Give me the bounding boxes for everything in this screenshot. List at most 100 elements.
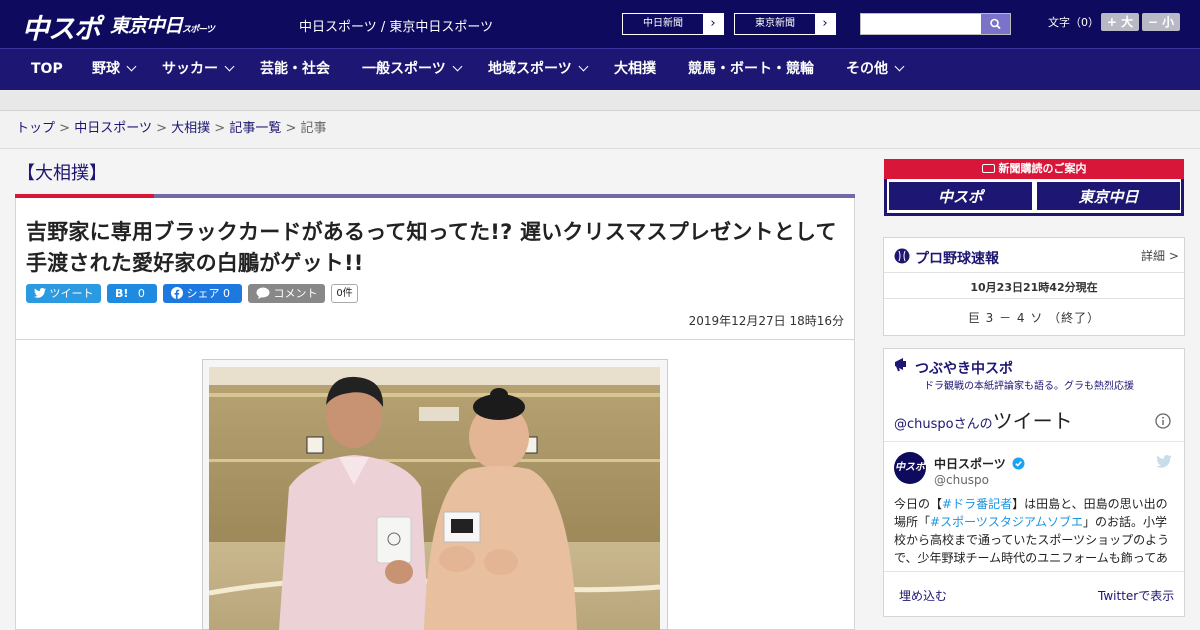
breadcrumb-separator: > xyxy=(285,121,297,136)
twitter-header-suffix: さんの xyxy=(953,417,993,432)
hatena-bookmark-button[interactable]: B! 0 xyxy=(107,284,157,303)
tokyo-logo-small: スポーツ xyxy=(182,25,215,35)
article-photo xyxy=(209,367,660,630)
nav-label: 大相撲 xyxy=(614,61,656,77)
tokyo-shimbun-link[interactable]: 東京新聞 › xyxy=(734,13,836,35)
search-box xyxy=(860,13,1011,35)
megaphone-icon xyxy=(895,358,906,372)
nav-item-general-sports[interactable]: 一般スポーツ xyxy=(362,49,463,90)
tweet-author-name[interactable]: 中日スポーツ xyxy=(934,455,1025,472)
breadcrumb-separator: > xyxy=(59,121,71,136)
tsubuyaki-subtitle: ドラ観戦の本紙評論家も語る。グラも熱烈応援 xyxy=(924,381,1134,392)
baseball-update-time: 10月23日21時42分現在 xyxy=(970,281,1098,294)
breadcrumb-current: 記事 xyxy=(300,121,327,136)
baseball-box-title: プロ野球速報 xyxy=(915,251,999,267)
nav-label: 一般スポーツ xyxy=(362,61,446,77)
nav-item-regional-sports[interactable]: 地域スポーツ xyxy=(488,49,589,90)
nav-item-others[interactable]: その他 xyxy=(846,49,905,90)
avatar[interactable]: 中スポ xyxy=(894,452,926,484)
view-on-twitter-link[interactable]: Twitterで表示 xyxy=(1098,587,1174,604)
sub-nav-bar xyxy=(0,90,1200,111)
article-category: 【大相撲】 xyxy=(17,163,107,184)
twitter-bird-icon[interactable] xyxy=(1156,455,1172,468)
subscribe-chuspo-button[interactable]: 中スポ xyxy=(888,181,1033,211)
nav-item-racing[interactable]: 競馬・ボート・競輪 xyxy=(688,49,814,90)
tweet-author-name-text: 中日スポーツ xyxy=(934,457,1006,471)
baseball-detail-link[interactable]: 詳細 > xyxy=(1141,247,1179,264)
nav-label: 競馬・ボート・競輪 xyxy=(688,61,814,77)
nav-label: 地域スポーツ xyxy=(488,61,572,77)
baseball-icon xyxy=(894,248,910,264)
font-larger-button[interactable]: + 大 xyxy=(1101,13,1139,31)
divider xyxy=(884,441,1184,442)
article-divider xyxy=(16,339,854,340)
comment-button[interactable]: コメント xyxy=(248,284,325,303)
chevron-down-icon xyxy=(894,61,905,72)
divider xyxy=(884,298,1184,299)
subscription-title-text: 新聞購読のご案内 xyxy=(998,162,1087,175)
breadcrumb-top[interactable]: トップ xyxy=(16,121,55,136)
font-smaller-button[interactable]: − 小 xyxy=(1142,13,1180,31)
chevron-right-icon: › xyxy=(815,14,835,34)
comment-count: 0件 xyxy=(331,284,358,303)
breadcrumb-separator: > xyxy=(214,121,226,136)
subscription-banner[interactable]: 新聞購読のご案内 中スポ 東京中日 xyxy=(884,159,1184,216)
breadcrumb-sumo[interactable]: 大相撲 xyxy=(171,121,210,136)
chuspo-logo[interactable]: 中スポ xyxy=(22,7,101,46)
nav-item-soccer[interactable]: サッカー xyxy=(162,49,235,90)
article-title: 吉野家に専用ブラックカードがあるって知ってた!? 遅いクリスマスプレゼントとして… xyxy=(26,220,837,275)
tweet-text-part: 今日の【 xyxy=(894,497,943,511)
twitter-widget-header: @chuspoさんのツイート xyxy=(894,405,1073,434)
nav-item-top[interactable]: TOP xyxy=(31,49,63,90)
hatena-count: 0 xyxy=(137,287,145,300)
subscription-title: 新聞購読のご案内 xyxy=(884,159,1184,179)
search-input[interactable] xyxy=(861,14,982,34)
comment-bubble-icon xyxy=(256,287,270,299)
twitter-bird-icon xyxy=(34,288,46,298)
main-nav: TOP 野球 サッカー 芸能・社会 一般スポーツ 地域スポーツ 大相撲 競馬・ボ… xyxy=(0,48,1200,90)
baseball-game-score[interactable]: 巨 3 － 4 ソ （終了） xyxy=(884,309,1184,326)
breadcrumb-chunichi-sports[interactable]: 中日スポーツ xyxy=(74,121,152,136)
nav-label: サッカー xyxy=(162,61,218,77)
nav-item-entertainment[interactable]: 芸能・社会 xyxy=(260,49,330,90)
hashtag-link[interactable]: #ドラ番記者 xyxy=(942,497,1012,511)
twitter-header-big: ツイート xyxy=(992,409,1073,433)
hashtag-link[interactable]: #スポーツスタジアムソブエ xyxy=(930,515,1083,529)
twitter-handle-link[interactable]: @chuspo xyxy=(894,417,954,432)
chunichi-shimbun-link[interactable]: 中日新聞 › xyxy=(622,13,724,35)
site-links[interactable]: 中日スポーツ / 東京中日スポーツ xyxy=(299,16,493,35)
subscribe-tokyo-chunichi-button[interactable]: 東京中日 xyxy=(1036,181,1181,211)
breadcrumb-separator: > xyxy=(156,121,167,136)
tweet-label: ツイート xyxy=(49,287,94,300)
font-size-label: 文字（0） xyxy=(1048,16,1099,29)
nav-item-sumo[interactable]: 大相撲 xyxy=(614,49,656,90)
chevron-down-icon xyxy=(452,61,463,72)
tokyo-shimbun-label: 東京新聞 xyxy=(755,18,795,29)
tokyo-logo-text: 東京中日 xyxy=(110,15,183,37)
verified-badge-icon xyxy=(1012,457,1025,470)
search-button[interactable] xyxy=(981,14,1010,34)
hatena-icon: B! xyxy=(115,287,129,300)
divider xyxy=(884,571,1184,572)
tsubuyaki-title: つぶやき中スポ xyxy=(915,361,1013,377)
tweet-author-handle[interactable]: @chuspo xyxy=(934,473,989,487)
breadcrumb-article-list[interactable]: 記事一覧 xyxy=(229,121,281,136)
nav-label: 野球 xyxy=(92,61,120,77)
nav-label: 芸能・社会 xyxy=(260,61,330,77)
chevron-down-icon xyxy=(126,61,137,72)
chevron-down-icon xyxy=(578,61,589,72)
facebook-icon xyxy=(171,287,183,299)
tokyo-chunichi-logo[interactable]: 東京中日スポーツ xyxy=(110,11,215,38)
info-icon[interactable] xyxy=(1155,413,1171,429)
embed-link[interactable]: 埋め込む xyxy=(899,587,947,604)
article-date: 2019年12月27日 18時16分 xyxy=(688,314,844,328)
nav-item-baseball[interactable]: 野球 xyxy=(92,49,137,90)
facebook-share-count: 0 xyxy=(223,287,230,300)
tweet-button[interactable]: ツイート xyxy=(26,284,101,303)
tweet-text: 今日の【#ドラ番記者】は田島と、田島の思い出の場所「#スポーツスタジアムソブエ」… xyxy=(894,495,1176,567)
facebook-share-label: シェア xyxy=(186,287,220,300)
facebook-share-button[interactable]: シェア 0 xyxy=(163,284,242,303)
breadcrumb: トップ > 中日スポーツ > 大相撲 > 記事一覧 > 記事 xyxy=(0,111,1200,149)
chevron-right-icon: › xyxy=(703,14,723,34)
nav-label: その他 xyxy=(846,61,888,77)
